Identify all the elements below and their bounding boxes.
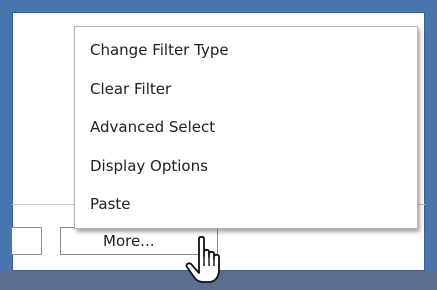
hand-pointer-icon bbox=[185, 236, 220, 283]
more-button-label: More... bbox=[103, 232, 155, 250]
menu-item-label: Display Options bbox=[90, 156, 208, 175]
menu-item-display-options[interactable]: Display Options bbox=[75, 155, 417, 194]
menu-item-label: Advanced Select bbox=[90, 118, 216, 136]
menu-item-paste[interactable]: Paste bbox=[75, 193, 417, 232]
menu-item-clear-filter[interactable]: Clear Filter bbox=[75, 78, 417, 117]
menu-item-label: Paste bbox=[90, 195, 131, 213]
menu-item-label: Change Filter Type bbox=[90, 41, 229, 59]
menu-item-advanced-select[interactable]: Advanced Select bbox=[75, 116, 417, 155]
context-menu: Change Filter Type Clear Filter Advanced… bbox=[74, 26, 418, 229]
filter-input[interactable] bbox=[12, 227, 42, 255]
menu-item-change-filter-type[interactable]: Change Filter Type bbox=[75, 39, 417, 78]
menu-item-label: Clear Filter bbox=[90, 79, 172, 98]
